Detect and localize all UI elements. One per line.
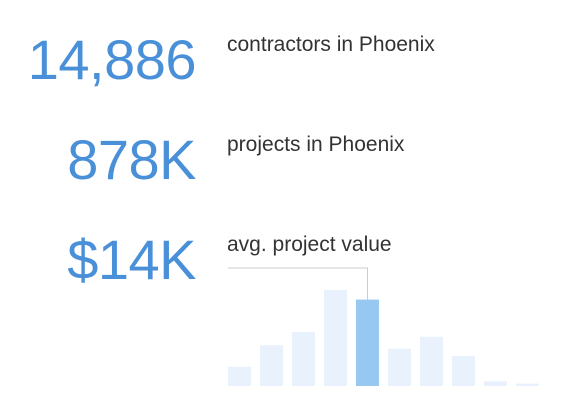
project-value-histogram [228, 262, 540, 386]
histogram-bar [324, 290, 347, 386]
histogram-svg [228, 267, 539, 386]
contractors-label: contractors in Phoenix [227, 33, 435, 56]
histogram-bar [420, 336, 443, 386]
histogram-bar-highlighted [356, 299, 379, 386]
histogram-bar [260, 345, 283, 386]
projects-count: 878K [67, 128, 196, 191]
projects-label: projects in Phoenix [227, 133, 405, 156]
avg-project-value-label: avg. project value [227, 233, 392, 256]
histogram-bar [228, 366, 251, 386]
histogram-bar [452, 356, 475, 386]
avg-project-value: $14K [67, 228, 196, 291]
histogram-bar [292, 332, 315, 386]
histogram-bar [484, 381, 507, 386]
histogram-bar [516, 383, 539, 386]
contractors-count: 14,886 [27, 28, 197, 91]
histogram-bar [388, 348, 411, 386]
